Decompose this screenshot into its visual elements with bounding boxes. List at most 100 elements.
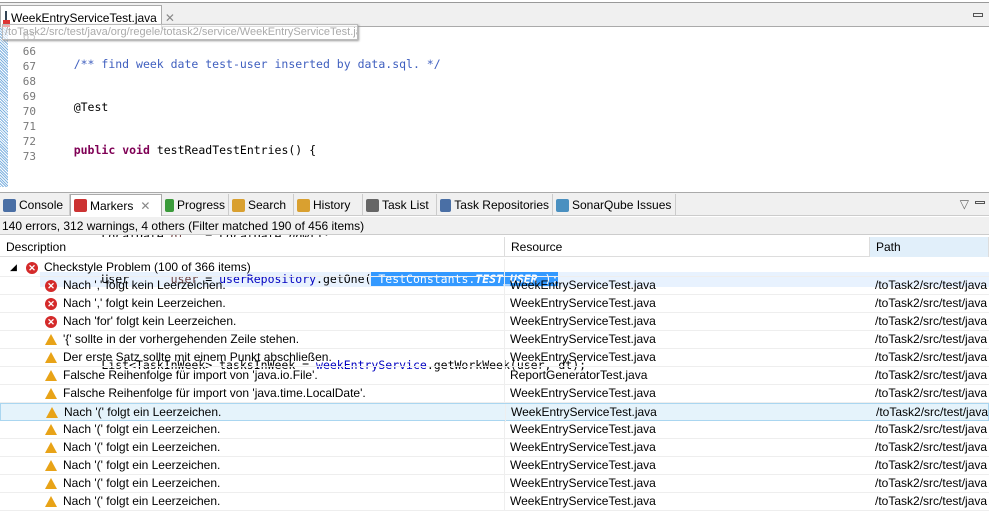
description: '{' sollte in der vorhergehenden Zeile s… xyxy=(63,332,300,346)
marker-row[interactable]: ✕ Nach 'for' folgt kein Leerzeichen. WeekE… xyxy=(0,313,989,331)
tab-markers[interactable]: Markers ✕ xyxy=(70,194,162,216)
error-icon: ✕ xyxy=(45,298,57,310)
column-path[interactable]: Path xyxy=(870,237,989,257)
description-cell: Der erste Satz sollte mit einem Punkt ab… xyxy=(0,349,505,367)
description-cell: Nach '(' folgt ein Leerzeichen. xyxy=(0,493,505,511)
view-tab-bar: Console Markers ✕ Progress Search History Task… xyxy=(0,192,989,216)
path: /toTask2/src/test/java xyxy=(875,458,988,472)
line-number: 72 xyxy=(22,135,36,148)
file-path-tooltip: /toTask2/src/test/java/org/regele/totask… xyxy=(2,24,358,40)
close-icon[interactable]: ✕ xyxy=(165,11,175,25)
marker-row[interactable]: ✕ Nach ',' folgt kein Leerzeichen. WeekEnt… xyxy=(0,295,989,313)
resource: WeekEntryServiceTest.java xyxy=(510,476,656,490)
marker-row[interactable]: ✕ Nach ',' folgt kein Leerzeichen. WeekEnt… xyxy=(0,277,989,295)
warning-icon xyxy=(45,442,57,453)
group-label: Checkstyle Problem (100 of 366 items) xyxy=(44,260,251,274)
marker-row[interactable]: '{' sollte in der vorhergehenden Zeile s… xyxy=(0,331,989,349)
warning-icon xyxy=(45,460,57,471)
marker-row[interactable]: Nach '(' folgt ein Leerzeichen. WeekEntry… xyxy=(0,439,989,457)
path: /toTask2/src/test/java xyxy=(875,476,988,490)
line-number: 67 xyxy=(22,60,36,73)
marker-row[interactable]: Nach '(' folgt ein Leerzeichen. WeekEntry… xyxy=(0,475,989,493)
editor-overview-ruler xyxy=(0,27,8,187)
description-cell: Nach '(' folgt ein Leerzeichen. xyxy=(0,439,505,457)
warning-icon xyxy=(45,370,57,381)
marker-row[interactable]: Nach '(' folgt ein Leerzeichen. WeekEntry… xyxy=(0,421,989,439)
marker-row[interactable]: Der erste Satz sollte mit einem Punkt ab… xyxy=(0,349,989,367)
resource: WeekEntryServiceTest.java xyxy=(511,405,657,419)
column-description[interactable]: Description xyxy=(0,237,505,257)
tab-task-repositories[interactable]: Task Repositories xyxy=(437,194,553,216)
expand-icon[interactable]: ◢ xyxy=(10,259,17,276)
warning-icon xyxy=(45,424,57,435)
tab-history[interactable]: History xyxy=(294,194,363,216)
error-icon: ✕ xyxy=(26,262,38,274)
resource: WeekEntryServiceTest.java xyxy=(510,296,656,310)
path: /toTask2/src/test/java xyxy=(875,278,988,292)
description-cell: ✕ Nach ',' folgt kein Leerzeichen. xyxy=(0,295,505,313)
marker-row[interactable]: Nach '(' folgt ein Leerzeichen. WeekEntry… xyxy=(0,403,989,422)
error-icon: ✕ xyxy=(45,280,57,292)
tab-task-list[interactable]: Task List xyxy=(363,194,437,216)
warning-icon xyxy=(45,334,57,345)
line-number: 68 xyxy=(22,75,36,88)
description-cell: Nach '(' folgt ein Leerzeichen. xyxy=(1,404,506,422)
resource: WeekEntryServiceTest.java xyxy=(510,494,656,508)
resource: ReportGeneratorTest.java xyxy=(510,368,648,382)
maximize-button[interactable] xyxy=(973,13,983,17)
description-cell: Nach '(' folgt ein Leerzeichen. xyxy=(0,421,505,439)
description-cell: '{' sollte in der vorhergehenden Zeile s… xyxy=(0,331,505,349)
resource: WeekEntryServiceTest.java xyxy=(510,332,656,346)
path: /toTask2/src/test/java xyxy=(876,405,989,419)
description: Nach '(' folgt ein Leerzeichen. xyxy=(63,494,221,508)
description-cell: Falsche Reihenfolge für import von 'java… xyxy=(0,367,505,385)
path: /toTask2/src/test/java xyxy=(875,314,988,328)
path: /toTask2/src/test/java xyxy=(875,332,988,346)
description: Nach ',' folgt kein Leerzeichen. xyxy=(63,296,226,310)
markers-table-header: Description Resource Path xyxy=(0,237,989,257)
line-number: 73 xyxy=(22,150,36,163)
tab-console[interactable]: Console xyxy=(0,194,70,216)
view-menu-button[interactable]: ▽ xyxy=(960,197,969,211)
warning-icon xyxy=(45,478,57,489)
description: Nach 'for' folgt kein Leerzeichen. xyxy=(63,314,237,328)
tab-sonarqube-issues[interactable]: SonarQube Issues xyxy=(553,194,676,216)
description-cell: ✕ Nach ',' folgt kein Leerzeichen. xyxy=(0,277,505,295)
warning-icon xyxy=(46,407,58,418)
tab-label: Progress xyxy=(176,198,225,212)
close-icon[interactable]: ✕ xyxy=(140,199,150,213)
resource: WeekEntryServiceTest.java xyxy=(510,458,656,472)
description: Falsche Reihenfolge für import von 'java… xyxy=(63,368,318,382)
path: /toTask2/src/test/java xyxy=(875,368,988,382)
description: Falsche Reihenfolge für import von 'java… xyxy=(63,386,366,400)
marker-row[interactable]: Nach '(' folgt ein Leerzeichen. WeekEntry… xyxy=(0,457,989,475)
line-number: 70 xyxy=(22,105,36,118)
tab-label: Search xyxy=(248,198,287,212)
group-row[interactable]: ◢ ✕ Checkstyle Problem (100 of 366 items) xyxy=(0,259,989,277)
resource: WeekEntryServiceTest.java xyxy=(510,440,656,454)
marker-row[interactable]: Falsche Reihenfolge für import von 'java… xyxy=(0,367,989,385)
tab-label: SonarQube Issues xyxy=(572,198,672,212)
resource: WeekEntryServiceTest.java xyxy=(510,386,656,400)
marker-row[interactable]: Nach '(' folgt ein Leerzeichen. WeekEntry… xyxy=(0,493,989,511)
sonarqube-icon xyxy=(556,198,569,212)
description-cell: Falsche Reihenfolge für import von 'java… xyxy=(0,385,505,403)
error-icon: ✕ xyxy=(45,316,57,328)
progress-icon xyxy=(165,198,174,212)
editor-tab-title: WeekEntryServiceTest.java xyxy=(11,10,157,25)
resource: WeekEntryServiceTest.java xyxy=(510,278,656,292)
description: Nach '(' folgt ein Leerzeichen. xyxy=(63,422,221,436)
warning-icon xyxy=(45,352,57,363)
column-resource[interactable]: Resource xyxy=(505,237,870,257)
warning-icon xyxy=(45,388,57,399)
minimize-button[interactable] xyxy=(975,201,985,204)
description-cell: ◢ ✕ Checkstyle Problem (100 of 366 items) xyxy=(0,259,505,277)
description-cell: Nach '(' folgt ein Leerzeichen. xyxy=(0,457,505,475)
tab-progress[interactable]: Progress xyxy=(162,194,229,216)
tab-search[interactable]: Search xyxy=(229,194,294,216)
console-icon xyxy=(3,198,16,212)
line-numbers: 656667686970717273 xyxy=(10,29,36,164)
marker-row[interactable]: Falsche Reihenfolge für import von 'java… xyxy=(0,385,989,403)
task-list-icon xyxy=(366,198,379,212)
path: /toTask2/src/test/java xyxy=(875,440,988,454)
